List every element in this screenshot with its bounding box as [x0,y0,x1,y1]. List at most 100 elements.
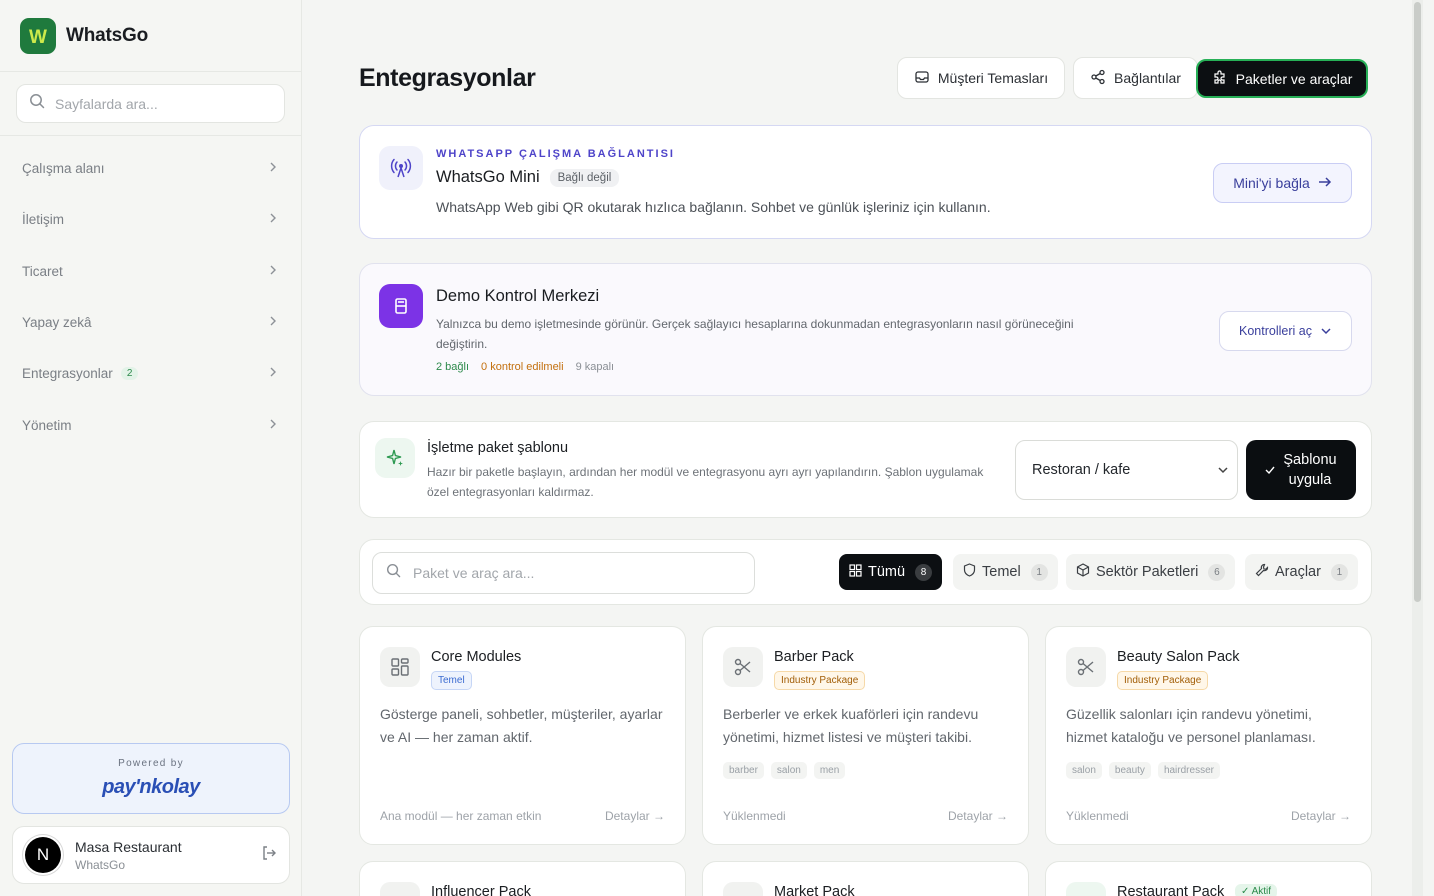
apply-label-line2: uygula [1288,472,1332,488]
connect-mini-button[interactable]: Mini'yi bağla [1213,163,1352,203]
scissors-icon [723,647,763,687]
user-name: Masa Restaurant [75,838,182,855]
scrollbar-thumb[interactable] [1414,2,1421,602]
app-logo[interactable]: W [20,17,56,54]
details-label: Detaylar [1290,809,1336,823]
chevron-right-icon [269,418,277,433]
template-title: İşletme paket şablonu [427,440,569,456]
chevron-right-icon [269,366,277,381]
search-icon [29,93,45,114]
antenna-icon [379,146,423,190]
filter-chip-core[interactable]: Temel 1 [953,554,1058,590]
logout-icon[interactable] [261,845,277,866]
package-card-beauty[interactable]: Beauty Salon Pack Industry Package Güzel… [1045,626,1372,845]
sidebar-item-management[interactable]: Yönetim [0,399,301,450]
package-card-core[interactable]: Core Modules Temel Gösterge paneli, sohb… [359,626,686,845]
user-workspace: WhatsGo [75,857,126,872]
package-keywords: barber salon men [723,762,846,779]
whatsapp-description: WhatsApp Web gibi QR okutarak hızlıca ba… [436,199,991,215]
paynkolay-logo: pay'nkolay [102,776,200,798]
chip-label: Tümü [868,564,906,580]
cart-icon [723,882,763,896]
customer-contacts-button[interactable]: Müşteri Temasları [897,57,1065,99]
package-tag: Industry Package [774,671,866,690]
demo-title: Demo Kontrol Merkezi [436,287,600,305]
package-description: Güzellik salonları için randevu yönetimi… [1066,706,1316,745]
package-card-barber[interactable]: Barber Pack Industry Package Berberler v… [702,626,1029,845]
keyword-tag: salon [770,762,807,779]
sidebar-search-box[interactable] [16,84,285,123]
details-link[interactable]: Detaylar → [948,809,1008,823]
package-keywords: salon beauty hairdresser [1066,762,1220,779]
sidebar-item-integrations[interactable]: Entegrasyonlar 2 [0,348,301,399]
keyword-tag: barber [723,762,764,779]
demo-control-card: Demo Kontrol Merkezi Yalnızca bu demo iş… [359,263,1372,396]
chip-label: Araçlar [1275,564,1321,580]
whatsapp-title: WhatsGo Mini [436,168,540,186]
apply-template-button[interactable]: Şablonu uygula [1246,440,1356,500]
stat-closed: 9 kapalı [575,361,615,373]
inbox-icon [914,69,930,88]
package-footer: Yüklenmedi Detaylar → [723,809,1008,823]
details-link[interactable]: Detaylar → [605,809,665,823]
business-template-card: İşletme paket şablonu Hazır bir paketle … [359,421,1372,518]
user-info: Masa Restaurant WhatsGo [75,839,261,872]
package-status: Ana modül — her zaman etkin [380,809,542,823]
sidebar-nav: Çalışma alanı İletişim Ticaret Yapay zek… [0,136,301,451]
stat-check: 0 kontrol edilmeli [481,361,564,373]
filter-chip-industry[interactable]: Sektör Paketleri 6 [1066,554,1236,590]
svg-text:W: W [29,27,47,47]
package-footer: Yüklenmedi Detaylar → [1066,809,1351,823]
open-controls-button[interactable]: Kontrolleri aç [1219,311,1352,351]
whatsapp-connection-card: WHATSAPP ÇALIŞMA BAĞLANTISI WhatsGo Mini… [359,125,1372,239]
template-select[interactable]: Restoran / kafe [1015,440,1238,500]
sidebar-search-input[interactable] [55,95,275,112]
filter-chip-all[interactable]: Tümü 8 [839,554,943,590]
chevron-down-icon [1217,462,1229,478]
package-title: Market Pack [774,884,855,896]
sidebar-item-commerce[interactable]: Ticaret [0,246,301,297]
details-label: Detaylar [947,809,993,823]
sidebar-item-communication[interactable]: İletişim [0,194,301,245]
demo-description: Yalnızca bu demo işletmesinde görünür. G… [436,317,1074,351]
package-card-influencer[interactable]: Influencer Pack [359,861,686,896]
wrench-icon [1255,563,1269,581]
arrow-right-icon: → [1339,809,1351,823]
sidebar-item-label: Çalışma alanı [22,161,105,177]
package-title: Core Modules [431,649,522,665]
whatsapp-title-row: WhatsGo Mini Bağlı değil [436,168,620,187]
puzzle-icon [1212,69,1228,88]
details-link[interactable]: Detaylar → [1291,809,1351,823]
avatar: N [25,837,61,873]
package-status: Yüklenmedi [723,809,786,823]
page-title: Entegrasyonlar [359,64,536,92]
package-card-restaurant[interactable]: Restaurant Pack ✓ Aktif [1045,861,1372,896]
box-icon [1076,563,1090,581]
status-badge: Bağlı değil [549,168,620,187]
main-content: Entegrasyonlar Müşteri Temasları Bağlant… [303,0,1423,896]
sidebar-item-left: Entegrasyonlar 2 [22,366,139,382]
share-icon [1090,69,1106,88]
chip-count: 1 [1330,563,1348,581]
filter-chip-tools[interactable]: Araçlar 1 [1245,554,1358,590]
sidebar-item-workspace[interactable]: Çalışma alanı [0,143,301,194]
sidebar-search [0,72,301,136]
package-search-input[interactable] [413,565,733,581]
package-card-market[interactable]: Market Pack [702,861,1029,896]
button-label: Kontrolleri aç [1239,324,1312,338]
sidebar-item-label: Entegrasyonlar [22,366,113,382]
selected-template: Restoran / kafe [1032,462,1131,478]
chevron-right-icon [269,315,277,330]
package-search-box[interactable] [372,552,755,594]
arrow-right-icon: → [653,809,665,823]
scrollbar[interactable] [1412,0,1423,896]
sidebar-item-ai[interactable]: Yapay zekâ [0,297,301,348]
powered-by-card[interactable]: Powered by pay'nkolay [12,743,290,814]
details-label: Detaylar [604,809,650,823]
layout-grid-icon [380,647,420,687]
sidebar-item-label: Ticaret [22,263,63,279]
user-card[interactable]: N Masa Restaurant WhatsGo [12,826,290,884]
connections-button[interactable]: Bağlantılar [1073,57,1198,99]
packages-tools-button[interactable]: Paketler ve araçlar [1196,59,1368,98]
button-label: Mini'yi bağla [1233,175,1310,191]
